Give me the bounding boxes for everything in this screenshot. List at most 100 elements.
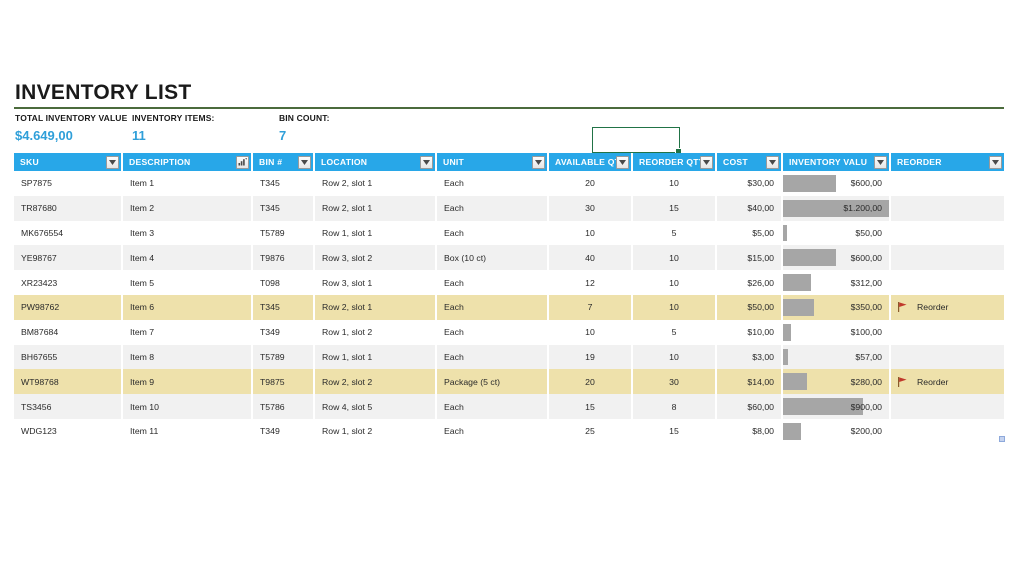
cell-available-qty[interactable]: 30: [548, 196, 632, 221]
table-row[interactable]: SP7875Item 1T345Row 2, slot 1Each2010$30…: [14, 171, 1004, 196]
table-row[interactable]: MK676554Item 3T5789Row 1, slot 1Each105$…: [14, 221, 1004, 246]
cell-sku[interactable]: SP7875: [14, 171, 122, 196]
cell-location[interactable]: Row 2, slot 1: [314, 196, 436, 221]
cell-unit[interactable]: Each: [436, 196, 548, 221]
filter-dropdown-icon[interactable]: [700, 156, 713, 169]
cell-bin[interactable]: T5789: [252, 345, 314, 370]
cell-sku[interactable]: BH67655: [14, 345, 122, 370]
cell-reorder[interactable]: Reorder: [890, 369, 1004, 394]
cell-available-qty[interactable]: 10: [548, 320, 632, 345]
cell-cost[interactable]: $3,00: [716, 345, 782, 370]
cell-inventory-value[interactable]: $600,00: [782, 245, 890, 270]
cell-reorder[interactable]: [890, 345, 1004, 370]
filter-dropdown-icon[interactable]: [106, 156, 119, 169]
cell-bin[interactable]: T345: [252, 171, 314, 196]
cell-bin[interactable]: T345: [252, 196, 314, 221]
cell-available-qty[interactable]: 15: [548, 394, 632, 419]
cell-sku[interactable]: TS3456: [14, 394, 122, 419]
cell-inventory-value[interactable]: $1.200,00: [782, 196, 890, 221]
cell-sku[interactable]: BM87684: [14, 320, 122, 345]
cell-available-qty[interactable]: 20: [548, 171, 632, 196]
cell-cost[interactable]: $26,00: [716, 270, 782, 295]
cell-cost[interactable]: $15,00: [716, 245, 782, 270]
cell-cost[interactable]: $10,00: [716, 320, 782, 345]
cell-bin[interactable]: T9876: [252, 245, 314, 270]
filter-dropdown-icon[interactable]: [298, 156, 311, 169]
cell-unit[interactable]: Each: [436, 295, 548, 320]
cell-description[interactable]: Item 2: [122, 196, 252, 221]
cell-cost[interactable]: $40,00: [716, 196, 782, 221]
cell-reorder[interactable]: [890, 196, 1004, 221]
table-resize-handle[interactable]: [999, 436, 1005, 442]
cell-location[interactable]: Row 1, slot 1: [314, 221, 436, 246]
cell-sku[interactable]: YE98767: [14, 245, 122, 270]
table-row[interactable]: WT98768Item 9T9875Row 2, slot 2Package (…: [14, 369, 1004, 394]
cell-bin[interactable]: T5786: [252, 394, 314, 419]
cell-location[interactable]: Row 4, slot 5: [314, 394, 436, 419]
cell-reorder[interactable]: [890, 394, 1004, 419]
cell-inventory-value[interactable]: $350,00: [782, 295, 890, 320]
cell-cost[interactable]: $30,00: [716, 171, 782, 196]
cell-inventory-value[interactable]: $50,00: [782, 221, 890, 246]
cell-inventory-value[interactable]: $900,00: [782, 394, 890, 419]
cell-location[interactable]: Row 2, slot 1: [314, 295, 436, 320]
table-row[interactable]: BH67655Item 8T5789Row 1, slot 1Each1910$…: [14, 345, 1004, 370]
cell-available-qty[interactable]: 40: [548, 245, 632, 270]
cell-cost[interactable]: $5,00: [716, 221, 782, 246]
cell-available-qty[interactable]: 10: [548, 221, 632, 246]
filter-dropdown-icon[interactable]: [532, 156, 545, 169]
cell-sku[interactable]: PW98762: [14, 295, 122, 320]
cell-available-qty[interactable]: 19: [548, 345, 632, 370]
table-row[interactable]: TS3456Item 10T5786Row 4, slot 5Each158$6…: [14, 394, 1004, 419]
cell-location[interactable]: Row 3, slot 1: [314, 270, 436, 295]
cell-description[interactable]: Item 1: [122, 171, 252, 196]
cell-available-qty[interactable]: 12: [548, 270, 632, 295]
cell-location[interactable]: Row 1, slot 2: [314, 320, 436, 345]
selected-cell[interactable]: [592, 127, 680, 153]
cell-unit[interactable]: Each: [436, 171, 548, 196]
cell-location[interactable]: Row 1, slot 2: [314, 419, 436, 444]
cell-reorder-qty[interactable]: 8: [632, 394, 716, 419]
cell-unit[interactable]: Each: [436, 345, 548, 370]
cell-reorder-qty[interactable]: 15: [632, 196, 716, 221]
cell-cost[interactable]: $50,00: [716, 295, 782, 320]
filter-dropdown-icon[interactable]: [874, 156, 887, 169]
filter-dropdown-icon[interactable]: [766, 156, 779, 169]
cell-sku[interactable]: MK676554: [14, 221, 122, 246]
table-row[interactable]: BM87684Item 7T349Row 1, slot 2Each105$10…: [14, 320, 1004, 345]
cell-unit[interactable]: Package (5 ct): [436, 369, 548, 394]
cell-reorder[interactable]: [890, 245, 1004, 270]
cell-unit[interactable]: Box (10 ct): [436, 245, 548, 270]
cell-available-qty[interactable]: 7: [548, 295, 632, 320]
cell-description[interactable]: Item 9: [122, 369, 252, 394]
table-row[interactable]: WDG123Item 11T349Row 1, slot 2Each2515$8…: [14, 419, 1004, 444]
filter-dropdown-icon[interactable]: [420, 156, 433, 169]
filter-dropdown-icon[interactable]: [616, 156, 629, 169]
cell-bin[interactable]: T349: [252, 419, 314, 444]
cell-location[interactable]: Row 2, slot 1: [314, 171, 436, 196]
cell-sku[interactable]: WDG123: [14, 419, 122, 444]
cell-reorder-qty[interactable]: 5: [632, 221, 716, 246]
cell-sku[interactable]: TR87680: [14, 196, 122, 221]
cell-sku[interactable]: XR23423: [14, 270, 122, 295]
cell-cost[interactable]: $60,00: [716, 394, 782, 419]
cell-reorder-qty[interactable]: 5: [632, 320, 716, 345]
cell-location[interactable]: Row 1, slot 1: [314, 345, 436, 370]
cell-available-qty[interactable]: 20: [548, 369, 632, 394]
cell-bin[interactable]: T098: [252, 270, 314, 295]
cell-description[interactable]: Item 5: [122, 270, 252, 295]
cell-bin[interactable]: T345: [252, 295, 314, 320]
cell-unit[interactable]: Each: [436, 394, 548, 419]
cell-description[interactable]: Item 10: [122, 394, 252, 419]
cell-reorder[interactable]: [890, 221, 1004, 246]
cell-unit[interactable]: Each: [436, 419, 548, 444]
cell-description[interactable]: Item 7: [122, 320, 252, 345]
cell-reorder[interactable]: [890, 171, 1004, 196]
cell-bin[interactable]: T9875: [252, 369, 314, 394]
cell-reorder[interactable]: Reorder: [890, 295, 1004, 320]
cell-description[interactable]: Item 6: [122, 295, 252, 320]
cell-description[interactable]: Item 4: [122, 245, 252, 270]
cell-reorder-qty[interactable]: 10: [632, 171, 716, 196]
table-row[interactable]: XR23423Item 5T098Row 3, slot 1Each1210$2…: [14, 270, 1004, 295]
cell-inventory-value[interactable]: $200,00: [782, 419, 890, 444]
